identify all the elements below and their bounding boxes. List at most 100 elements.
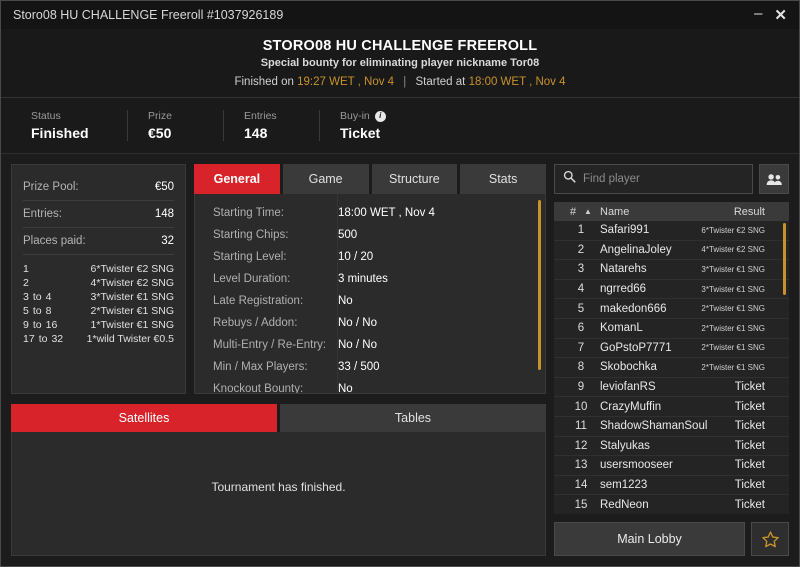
star-icon[interactable] [751,522,789,556]
info-icon[interactable]: i [374,110,386,122]
main-lobby-button[interactable]: Main Lobby [554,522,745,556]
table-row[interactable]: 4 ngrred66 3*Twister €1 SNG [554,280,789,300]
row-player-name: RedNeon [600,498,649,511]
column-header-rank[interactable]: # [562,206,584,218]
tab-structure[interactable]: Structure [371,164,458,194]
info-value: No [338,295,353,307]
row-rank: 1 [577,224,585,237]
tab-game[interactable]: Game [282,164,369,194]
payout-from: 9 [23,319,29,331]
sort-ascending-icon[interactable]: ▲ [584,207,600,216]
payout-sep [29,263,37,275]
payout-from: 1 [23,263,29,275]
tab-satellites[interactable]: Satellites [11,404,277,432]
payout-to: 16 [45,319,58,331]
payout-position: 3 to 4 [23,291,85,303]
table-row[interactable]: 15 RedNeon Ticket [554,495,789,514]
table-header: # ▲ Name Result [554,202,789,221]
satellites-panel: Satellites Tables Tournament has finishe… [11,404,546,556]
tournament-times: Finished on 19:27 WET , Nov 4 | Started … [234,76,565,88]
details-scrollbar[interactable] [538,200,541,370]
satellites-tab-bar: Satellites Tables [11,404,546,432]
row-player-name: ShadowShamanSoul [600,420,708,433]
column-header-name[interactable]: Name [600,206,734,218]
info-key: Level Duration: [213,273,291,285]
payout-position: 9 to 16 [23,319,85,331]
table-row[interactable]: 12 Stalyukas Ticket [554,437,789,457]
row-result: Ticket [734,479,765,492]
table-row[interactable]: 6 KomanL 2*Twister €1 SNG [554,319,789,339]
tournament-finished-message: Tournament has finished. [211,479,346,494]
row-result: 2*Twister €1 SNG [701,323,765,333]
table-row[interactable]: 1 Safari991 6*Twister €2 SNG [554,221,789,241]
info-value: 18:00 WET , Nov 4 [338,207,435,219]
row-rank: 11 [575,420,587,433]
row-rank: 10 [574,400,588,413]
payout-from: 2 [23,277,29,289]
payout-prize: 3*Twister €1 SNG [90,291,174,303]
search-input[interactable] [583,173,744,185]
started-time: 18:00 WET , Nov 4 [468,76,566,88]
tab-general[interactable]: General [194,164,280,194]
player-results-table: # ▲ Name Result 1 Safari991 6*Twister €2… [554,202,789,514]
row-player-name: Stalyukas [600,439,650,452]
payout-sep: to [32,319,42,331]
window-title: Storo08 HU CHALLENGE Freeroll #103792618… [13,8,284,22]
satellites-tab-content: Tournament has finished. [11,432,546,556]
payout-prize: 2*Twister €1 SNG [90,305,174,317]
info-row-rebuys-addon: Rebuys / Addon: No / No [195,312,545,334]
row-rank: 4 [577,283,585,296]
info-value: 33 / 500 [338,361,380,373]
payout-prize: 1*wild Twister €0.5 [86,333,174,345]
row-rank: 13 [574,459,588,472]
table-row[interactable]: 11 ShadowShamanSoul Ticket [554,417,789,437]
payout-to: 32 [51,333,64,345]
search-icon [563,170,576,188]
row-result: Ticket [734,400,765,413]
row-result: 4*Twister €2 SNG [701,245,765,255]
table-row[interactable]: 8 Skobochka 2*Twister €1 SNG [554,358,789,378]
row-rank: 3 [577,263,585,276]
payout-sep: to [38,333,48,345]
minimize-button[interactable]: – [754,6,762,21]
payout-from: 3 [23,291,29,303]
stat-prize-label: Prize [148,110,172,122]
row-result: Ticket [734,420,765,433]
close-button[interactable]: ✕ [774,8,787,23]
row-player-name: Safari991 [600,224,650,237]
table-row[interactable]: 14 sem1223 Ticket [554,476,789,496]
table-row[interactable]: 9 leviofanRS Ticket [554,378,789,398]
row-player-name: AngelinaJoley [600,243,672,256]
row-result: 3*Twister €1 SNG [701,264,765,274]
tab-tables[interactable]: Tables [280,404,546,432]
payout-to: 8 [45,305,52,317]
row-result: 6*Twister €2 SNG [701,225,765,235]
info-value: No / No [338,317,377,329]
table-row[interactable]: 10 CrazyMuffin Ticket [554,397,789,417]
row-result: Ticket [734,459,765,472]
info-row-knockout-bounty: Knockout Bounty: No [195,378,545,393]
row-rank: 6 [577,322,585,335]
table-row[interactable]: 7 GoPstoP7771 2*Twister €1 SNG [554,339,789,359]
stat-prize-value: €50 [148,125,172,141]
table-row[interactable]: 3 Natarehs 3*Twister €1 SNG [554,260,789,280]
prize-pool-panel: Prize Pool: €50 Entries: 148 Places paid… [11,164,186,394]
table-row[interactable]: 5 makedon666 2*Twister €1 SNG [554,299,789,319]
finished-time: 19:27 WET , Nov 4 [297,76,395,88]
table-row[interactable]: 13 usersmooseer Ticket [554,456,789,476]
tab-stats[interactable]: Stats [460,164,546,194]
stat-entries-value: 148 [244,125,268,141]
tournament-title: STORO08 HU CHALLENGE FREEROLL [262,38,538,54]
table-row[interactable]: 2 AngelinaJoley 4*Twister €2 SNG [554,241,789,261]
places-paid-value: 32 [161,235,174,247]
payout-row: 3 to 4 3*Twister €1 SNG [23,291,174,303]
column-header-result[interactable]: Result [734,206,781,218]
lobby-actions: Main Lobby [554,522,789,556]
general-info-list: Starting Time: 18:00 WET , Nov 4 Startin… [195,194,545,393]
player-list-scrollbar[interactable] [783,223,786,295]
places-paid-key: Places paid: [23,235,86,247]
search-box[interactable] [554,164,753,194]
info-value: 3 minutes [338,273,388,285]
people-icon[interactable] [759,164,789,194]
info-row-level-duration: Level Duration: 3 minutes [195,268,545,290]
